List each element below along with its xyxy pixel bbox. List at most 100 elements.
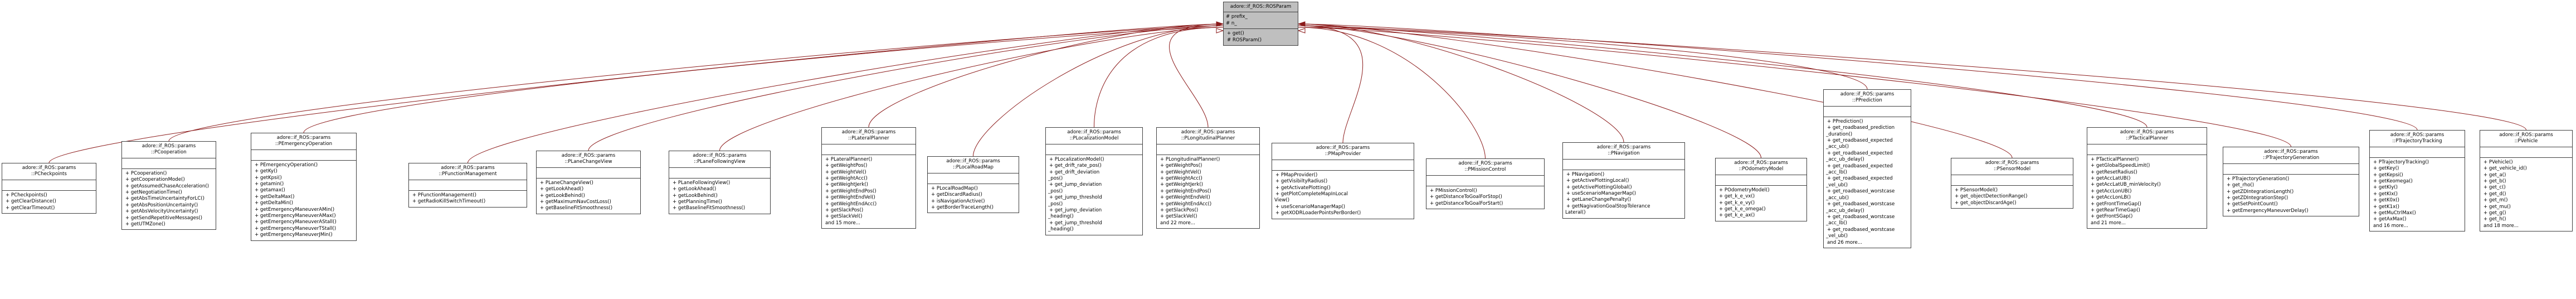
class-box-plateralplanner[interactable]: adore::if_ROS::params ::PLateralPlanner+… bbox=[821, 127, 916, 229]
operation-row: + getPlotCompleteMapInLocal bbox=[1275, 191, 1348, 197]
inheritance-edge bbox=[868, 23, 1224, 128]
operation-row: + get() bbox=[1227, 31, 1244, 37]
operation-row: + PFunctionManagement() bbox=[412, 192, 476, 198]
operation-row: + get_k_e_omega() bbox=[1719, 206, 1766, 213]
class-title: adore::if_ROS::params ::PTacticalPlanner bbox=[2087, 128, 2207, 144]
operation-row: + get_drift_rate_pos() bbox=[1049, 163, 1102, 169]
operation-row: + get_roadbased_prediction bbox=[1827, 125, 1895, 131]
more-members-note: and 21 more... bbox=[2091, 220, 2126, 226]
operation-row: + getVisibiltyRadius() bbox=[1275, 179, 1328, 185]
operation-row: + PCheckpoints() bbox=[6, 192, 47, 198]
class-title: adore::if_ROS::params ::PLocalizationMod… bbox=[1046, 128, 1142, 144]
operation-row: + get_vehicle_id() bbox=[2484, 166, 2527, 172]
more-members-note: and 18 more... bbox=[2484, 223, 2519, 229]
operation-row: + getEmergencyManeuverAMax() bbox=[255, 213, 336, 219]
class-title: adore::if_ROS::params ::PLaneChangeView bbox=[537, 151, 640, 168]
attribute-row: # n_ bbox=[1226, 20, 1237, 26]
operation-row: + get_roadbased_worstcase bbox=[1827, 214, 1895, 220]
class-box-pprediction[interactable]: adore::if_ROS::params ::PPrediction + PPr… bbox=[1823, 89, 1911, 248]
operation-row: + PSensorModel() bbox=[1955, 187, 1998, 193]
operation-row: + get_jump_threshold bbox=[1049, 220, 1102, 226]
attribute-row: # prefix_ bbox=[1226, 14, 1248, 20]
operation-row: + getBorderTraceLength() bbox=[931, 205, 994, 211]
class-attributes bbox=[1157, 144, 1259, 155]
operation-row: + getSlackPos() bbox=[825, 208, 864, 214]
class-box-pemergencyoperation[interactable]: adore::if_ROS::params ::PEmergencyOperat… bbox=[251, 133, 357, 241]
class-title: adore::if_ROS::params ::PMapProvider bbox=[1272, 143, 1414, 160]
operation-row: + getLaneChangePenalty() bbox=[1566, 197, 1632, 203]
class-box-pfunctionmanagement[interactable]: adore::if_ROS::params ::PFunctionManagem… bbox=[408, 163, 527, 208]
class-operations: + PNavigation() + getActivePlottingLocal(… bbox=[1563, 170, 1684, 218]
class-title: adore::if_ROS::params ::PFunctionManagem… bbox=[409, 163, 527, 180]
operation-row: + getAccLonUB() bbox=[2091, 188, 2132, 194]
class-box-planefollowingview[interactable]: adore::if_ROS::params ::PLaneFollowingVi… bbox=[669, 151, 771, 214]
operation-row: _acc_ub() bbox=[1826, 144, 1849, 150]
operation-row: + getEmergencyManeuverDelay() bbox=[2227, 208, 2309, 214]
class-box-plocalizationmodel[interactable]: adore::if_ROS::params ::PLocalizationMod… bbox=[1045, 127, 1143, 235]
operation-row: + getFrontTimeGap() bbox=[2091, 201, 2141, 207]
operation-row: _acc_lb() bbox=[1826, 220, 1847, 226]
operation-row: + get_roadbased_expected bbox=[1827, 150, 1893, 156]
class-attributes bbox=[2087, 144, 2207, 155]
class-title: adore::if_ROS::params ::PSensorModel bbox=[1951, 158, 2073, 175]
operation-row: + PMapProvider() bbox=[1275, 172, 1318, 178]
class-box-ptrajectorygeneration[interactable]: adore::if_ROS::params ::PTrajectoryGener… bbox=[2223, 147, 2359, 217]
operation-row: + isNavigationActive() bbox=[931, 198, 985, 204]
class-box-pmapprovider[interactable]: adore::if_ROS::params ::PMapProvider+ PM… bbox=[1272, 143, 1414, 219]
operation-row: + getWeightJerk() bbox=[1160, 182, 1204, 188]
class-box-ptacticalplanner[interactable]: adore::if_ROS::params ::PTacticalPlanner… bbox=[2087, 127, 2207, 229]
operation-row: + getClearTimeout() bbox=[6, 205, 55, 211]
operation-row: + getZDIntegrationLength() bbox=[2227, 189, 2294, 195]
operation-row: + getDiscardRadius() bbox=[931, 192, 982, 198]
class-box-pnavigation[interactable]: adore::if_ROS::params ::PNavigation + PNa… bbox=[1562, 142, 1685, 219]
operation-row: + getSetPointCount() bbox=[2227, 201, 2278, 208]
class-box-psensormodel[interactable]: adore::if_ROS::params ::PSensorModel+ PS… bbox=[1951, 158, 2073, 209]
class-title: adore::if_ROS::params ::PLaneFollowingVi… bbox=[669, 151, 770, 168]
operation-row: _vel_ub() bbox=[1826, 182, 1848, 188]
class-operations: + PLaneFollowingView() + getLookAhead() + … bbox=[669, 179, 770, 214]
class-box-pcooperation[interactable]: adore::if_ROS::params ::PCooperation + PC… bbox=[121, 141, 216, 230]
class-box-podometrymodel[interactable]: adore::if_ROS::params ::POdometryModel + … bbox=[1715, 158, 1807, 221]
class-attributes bbox=[669, 168, 770, 179]
class-attributes bbox=[122, 158, 216, 169]
operation-row: + get_k_e_vx() bbox=[1719, 194, 1755, 200]
operation-row: + get_roadbased_expected bbox=[1827, 138, 1893, 144]
class-operations: + PMissionControl() + getDistanceToGoalFo… bbox=[1426, 186, 1544, 209]
class-box-pcheckpoints[interactable]: adore::if_ROS::params ::PCheckpoints + PC… bbox=[2, 163, 96, 214]
operation-row: + getBaselineFitSmoothness() bbox=[673, 205, 746, 211]
operation-row: + get_roadbased_expected bbox=[1827, 163, 1893, 169]
operation-row: _vel_ub() bbox=[1826, 233, 1848, 239]
operation-row: # ROSParam() bbox=[1227, 37, 1262, 43]
operation-row: + get_roadbased_expected bbox=[1827, 176, 1893, 182]
class-box-pmissioncontrol[interactable]: adore::if_ROS::params ::PMissionControl +… bbox=[1426, 158, 1545, 210]
operation-row: + getKpsi() bbox=[255, 175, 282, 181]
class-box-plongitudinalplanner[interactable]: adore::if_ROS::params ::PLongitudinalPla… bbox=[1156, 127, 1260, 229]
operation-row: + getAccLatUB_minVelocity() bbox=[2091, 182, 2161, 188]
operation-row: + getAssumedChaseAcceleration() bbox=[125, 183, 210, 189]
operation-row: + getWeightAcc() bbox=[825, 176, 868, 182]
operation-row: + PEmergencyOperation() bbox=[255, 162, 318, 168]
operation-row: + getEmergencyManeuverAMin() bbox=[255, 206, 335, 213]
operation-row: + getAxMax() bbox=[2373, 216, 2407, 223]
class-box-plocalroadmap[interactable]: adore::if_ROS::params ::PLocalRoadMap + P… bbox=[927, 156, 1019, 214]
class-box-ptrajectorytracking[interactable]: adore::if_ROS::params ::PTrajectoryTrack… bbox=[2369, 130, 2465, 232]
operation-row: + getDeltaMin() bbox=[255, 200, 293, 206]
inheritance-arrowhead-icon bbox=[1297, 28, 1306, 33]
operation-row: + PPrediction() bbox=[1827, 118, 1863, 124]
class-operations: + PCooperation() + getCooperationMode() + … bbox=[122, 169, 216, 230]
operation-row: _acc_ub_delay() bbox=[1826, 208, 1864, 214]
operation-row: + getSendRepetitiveMessages() bbox=[125, 215, 203, 221]
operation-row: + getWeightVel() bbox=[1160, 169, 1201, 175]
inheritance-edge bbox=[1169, 23, 1224, 128]
class-operations: + PCheckpoints() + getClearDistance() + ge… bbox=[2, 191, 96, 213]
operation-row: + PLongitudinalPlanner() bbox=[1160, 156, 1220, 162]
inheritance-edge bbox=[1298, 25, 2148, 128]
operation-row: + getLookBehind() bbox=[673, 192, 718, 199]
base-class-rosparam[interactable]: adore::if_ROS::ROSParam # prefix_ # n_ + ge… bbox=[1223, 2, 1298, 46]
operation-row: + get_objectDetectionRange() bbox=[1955, 194, 2028, 200]
class-box-planechangeview[interactable]: adore::if_ROS::params ::PLaneChangeView +… bbox=[536, 151, 641, 214]
class-title: adore::if_ROS::params ::PLateralPlanner bbox=[822, 128, 916, 144]
class-box-pvehicle[interactable]: adore::if_ROS::params ::PVehicle + PVehic… bbox=[2480, 130, 2573, 232]
operation-row: _duration() bbox=[1826, 131, 1853, 137]
operation-row: + getK1x() bbox=[2373, 204, 2399, 210]
